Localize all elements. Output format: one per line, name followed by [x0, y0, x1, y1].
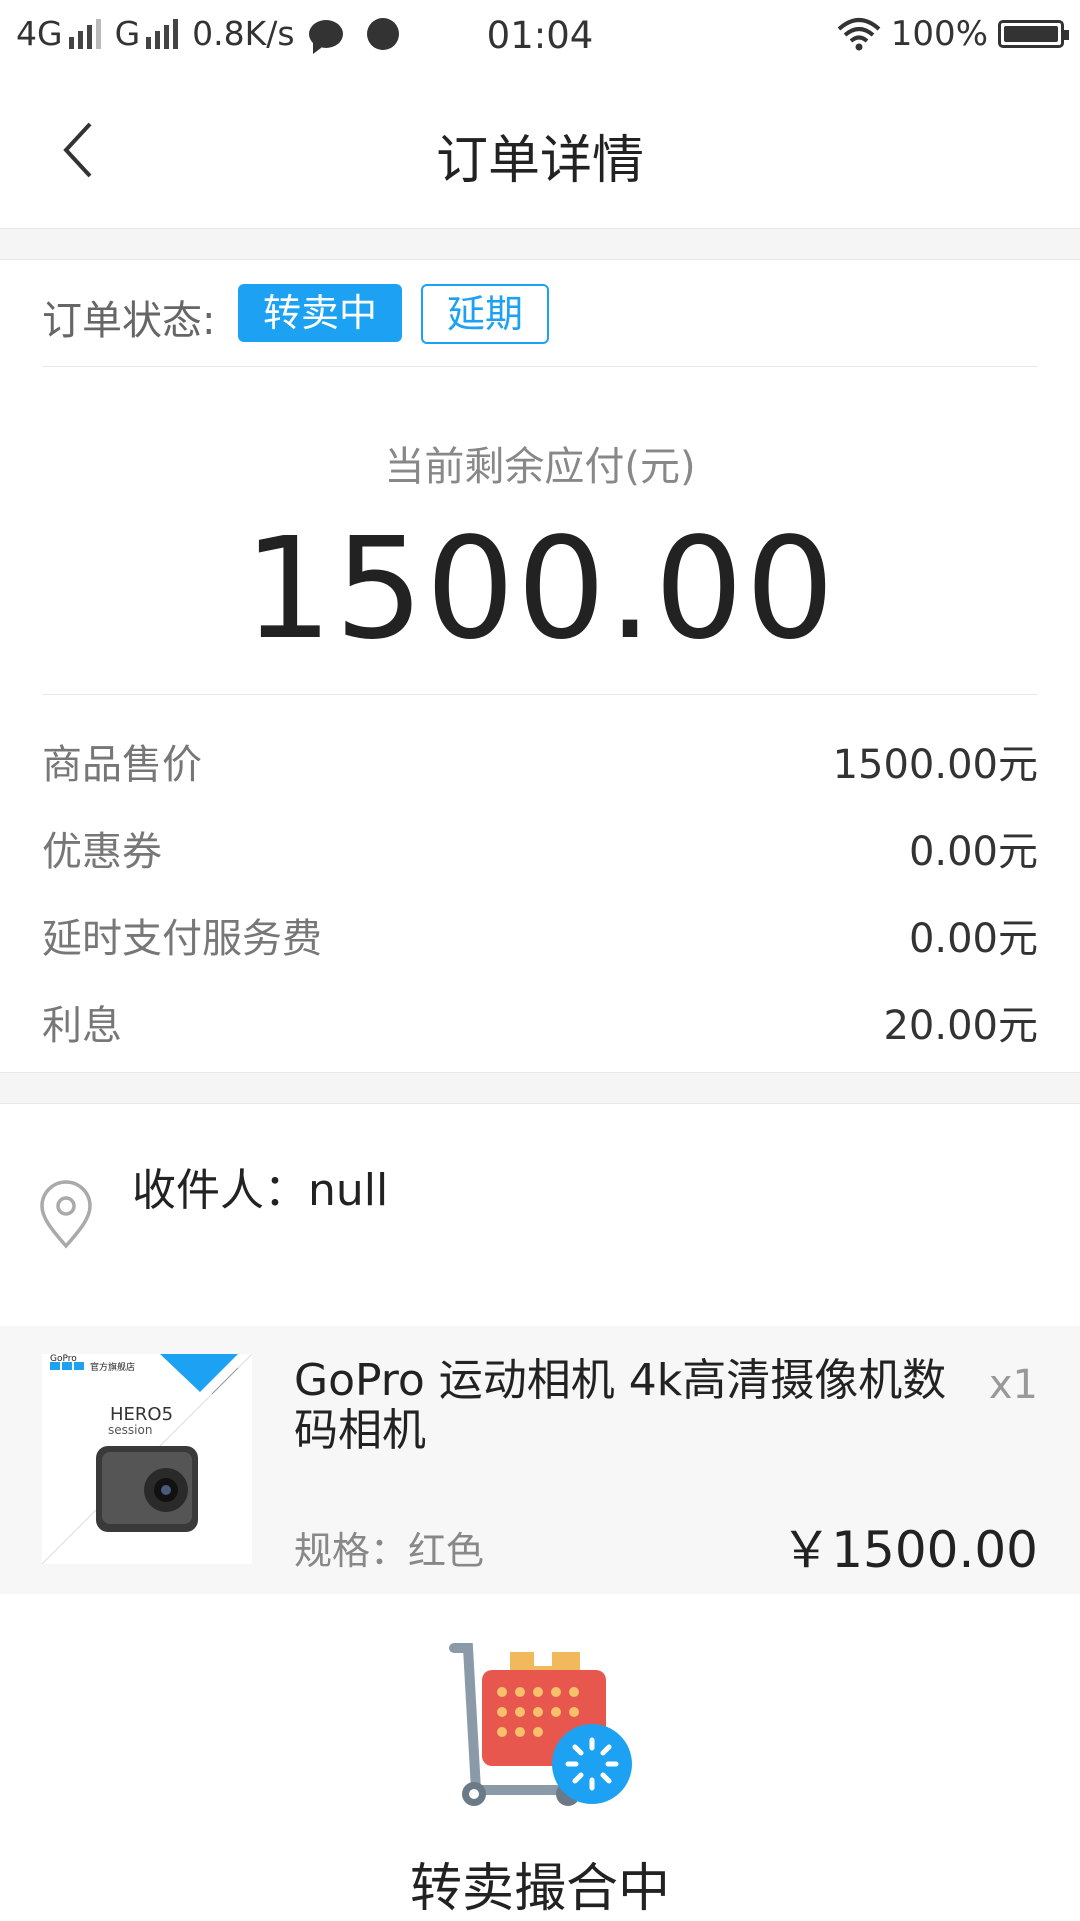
remaining-label: 当前剩余应付(元) [384, 444, 696, 490]
divider [42, 694, 1038, 695]
fee-label-coupon: 优惠券 [42, 829, 162, 875]
thumb-sub: session [108, 1423, 152, 1437]
thumb-store: 官方旗舰店 [90, 1361, 135, 1373]
location-pin-icon [40, 1180, 92, 1249]
fee-label-interest: 利息 [42, 1003, 122, 1049]
extend-button[interactable]: 延期 [421, 284, 549, 344]
fee-label-price: 商品售价 [42, 742, 202, 788]
section-gap [0, 228, 1080, 260]
thumb-brand: GoPro [50, 1354, 77, 1364]
cart-illustration-icon [449, 1643, 632, 1806]
matching-status-text: 转卖撮合中 [409, 1859, 670, 1919]
fee-value-coupon: 0.00元 [908, 829, 1038, 875]
product-quantity: x1 [988, 1362, 1038, 1408]
section-gap [0, 1072, 1080, 1104]
product-image[interactable]: GoPro 官方旗舰店 HERO5 session [42, 1354, 252, 1564]
recipient-text: 收件人：null [132, 1165, 389, 1216]
status-right: 100% [837, 14, 1069, 54]
status-badge: 转卖中 [238, 284, 402, 342]
nav-bar: 订单详情 [0, 74, 1080, 228]
battery-icon [998, 20, 1069, 48]
fee-value-price: 1500.00元 [832, 742, 1038, 788]
fee-label-delay-service: 延时支付服务费 [42, 916, 322, 962]
thumb-model: HERO5 [110, 1404, 173, 1425]
order-status-label: 订单状态: [42, 298, 216, 344]
page-title: 订单详情 [435, 131, 644, 191]
battery-percent: 100% [890, 14, 988, 54]
remaining-amount: 1500.00 [243, 508, 837, 671]
status-bar: 4G G 0.8K/s 01:04 100% [0, 0, 1080, 74]
wifi-icon [837, 18, 881, 51]
product-price: ￥1500.00 [781, 1521, 1038, 1579]
product-spec: 规格：红色 [294, 1529, 485, 1573]
fee-value-interest: 20.00元 [883, 1003, 1038, 1049]
fee-value-delay-service: 0.00元 [908, 916, 1038, 962]
divider [42, 366, 1038, 367]
product-title: GoPro 运动相机 4k高清摄像机数码相机 [294, 1355, 947, 1456]
